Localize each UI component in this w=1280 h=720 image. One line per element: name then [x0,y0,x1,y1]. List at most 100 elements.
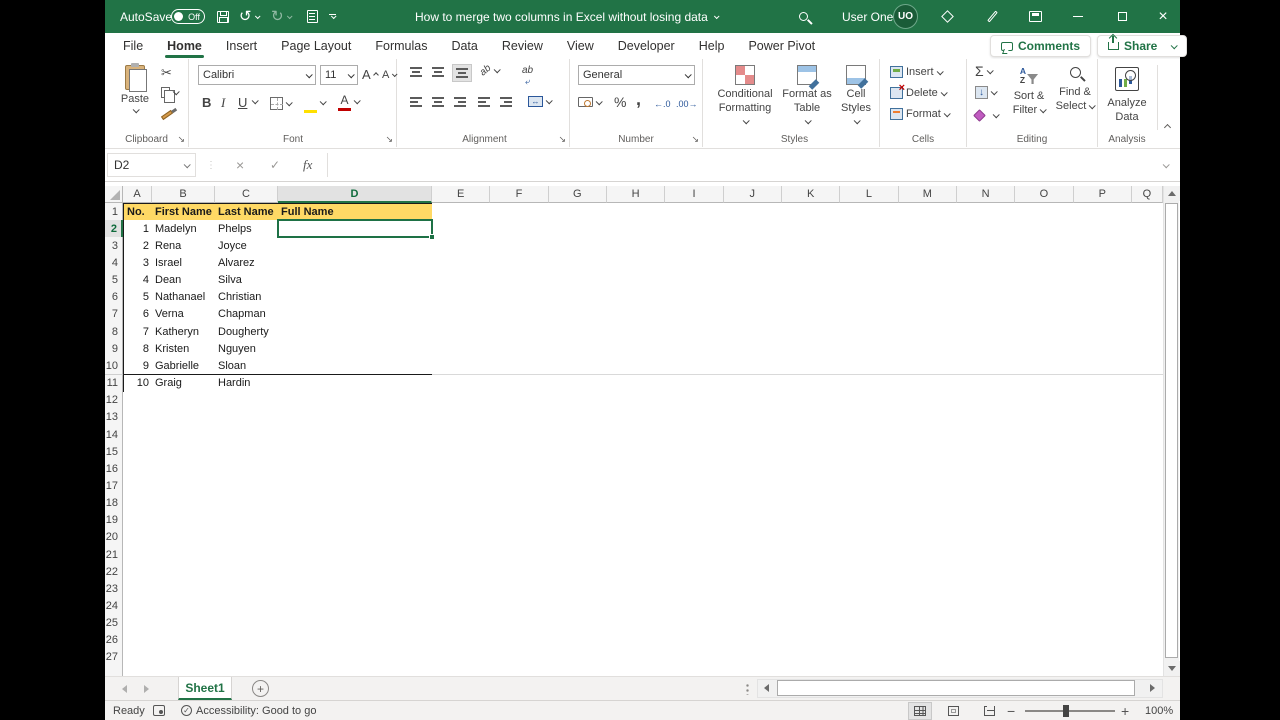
row-header-21[interactable]: 21 [105,546,123,564]
cell-I6[interactable] [665,289,724,307]
search-button[interactable] [799,0,808,33]
cell-B14[interactable] [152,426,216,444]
cell-D21[interactable] [278,546,433,564]
underline-dropdown[interactable] [252,99,257,104]
cell-K8[interactable] [782,323,841,341]
cell-B23[interactable] [152,580,216,598]
cell-E23[interactable] [432,580,491,598]
cell-M26[interactable] [899,632,958,650]
cell-H1[interactable] [607,203,666,221]
tab-page-layout[interactable]: Page Layout [269,33,363,59]
cell-M6[interactable] [899,289,958,307]
cell-Q5[interactable] [1132,272,1164,290]
cell-M8[interactable] [899,323,958,341]
cell-Q24[interactable] [1132,597,1164,615]
cell-F21[interactable] [490,546,549,564]
cell-A13[interactable] [123,409,153,427]
cell-I26[interactable] [665,632,724,650]
column-header-K[interactable]: K [782,186,840,203]
cell-F24[interactable] [490,597,549,615]
cell-I13[interactable] [665,409,724,427]
cell-H20[interactable] [607,529,666,547]
cell-D24[interactable] [278,597,433,615]
cell-B2[interactable]: Madelyn [152,220,216,238]
vertical-scrollbar-thumb[interactable] [1165,203,1178,658]
cell-N2[interactable] [957,220,1016,238]
cell-O18[interactable] [1015,495,1074,513]
cell-A18[interactable] [123,495,153,513]
cell-N9[interactable] [957,340,1016,358]
share-button[interactable]: Share [1097,35,1187,57]
cell-I20[interactable] [665,529,724,547]
cell-F2[interactable] [490,220,549,238]
cell-B27[interactable] [152,649,216,667]
cell-Q18[interactable] [1132,495,1164,513]
cell-I28[interactable] [665,666,724,676]
cell-C28[interactable] [215,666,279,676]
cell-P18[interactable] [1074,495,1133,513]
column-header-C[interactable]: C [215,186,278,203]
cell-J17[interactable] [724,477,783,495]
cell-J25[interactable] [724,615,783,633]
tab-power-pivot[interactable]: Power Pivot [736,33,827,59]
cell-L27[interactable] [840,649,899,667]
cell-O1[interactable] [1015,203,1074,221]
undo-button[interactable]: ↺ [239,0,259,33]
cell-E27[interactable] [432,649,491,667]
cell-L11[interactable] [840,375,899,393]
cell-O5[interactable] [1015,272,1074,290]
cell-O19[interactable] [1015,512,1074,530]
cell-H18[interactable] [607,495,666,513]
cell-P8[interactable] [1074,323,1133,341]
cell-Q17[interactable] [1132,477,1164,495]
enter-button[interactable]: ✓ [270,153,280,177]
cell-K4[interactable] [782,254,841,272]
cell-O11[interactable] [1015,375,1074,393]
cell-O6[interactable] [1015,289,1074,307]
cell-H13[interactable] [607,409,666,427]
cell-P23[interactable] [1074,580,1133,598]
cell-F9[interactable] [490,340,549,358]
cell-P20[interactable] [1074,529,1133,547]
orientation-button[interactable]: ab [480,65,499,76]
cell-K13[interactable] [782,409,841,427]
cell-G28[interactable] [549,666,608,676]
cell-K25[interactable] [782,615,841,633]
cell-J23[interactable] [724,580,783,598]
cell-P19[interactable] [1074,512,1133,530]
cell-K9[interactable] [782,340,841,358]
underline-button[interactable]: U [238,95,247,110]
font-size-combo[interactable]: 11 [320,65,358,85]
cell-D28[interactable] [278,666,433,676]
cell-B12[interactable] [152,392,216,410]
cell-O7[interactable] [1015,306,1074,324]
cell-F11[interactable] [490,375,549,393]
cell-O22[interactable] [1015,563,1074,581]
cell-K17[interactable] [782,477,841,495]
cut-button[interactable]: ✂ [161,65,172,81]
cell-K15[interactable] [782,443,841,461]
cell-O3[interactable] [1015,237,1074,255]
row-header-2[interactable]: 2 [105,220,123,238]
cell-C10[interactable]: Sloan [215,357,279,375]
cell-F8[interactable] [490,323,549,341]
cell-F4[interactable] [490,254,549,272]
row-header-16[interactable]: 16 [105,460,123,478]
cell-B13[interactable] [152,409,216,427]
cell-E19[interactable] [432,512,491,530]
cell-L1[interactable] [840,203,899,221]
cell-H27[interactable] [607,649,666,667]
cell-L20[interactable] [840,529,899,547]
close-button[interactable]: × [1148,0,1178,33]
cell-H7[interactable] [607,306,666,324]
cell-O2[interactable] [1015,220,1074,238]
cell-K16[interactable] [782,460,841,478]
cell-C23[interactable] [215,580,279,598]
cell-E18[interactable] [432,495,491,513]
cell-O9[interactable] [1015,340,1074,358]
row-header-4[interactable]: 4 [105,254,123,272]
cell-I25[interactable] [665,615,724,633]
cell-I9[interactable] [665,340,724,358]
cell-O26[interactable] [1015,632,1074,650]
cell-J24[interactable] [724,597,783,615]
